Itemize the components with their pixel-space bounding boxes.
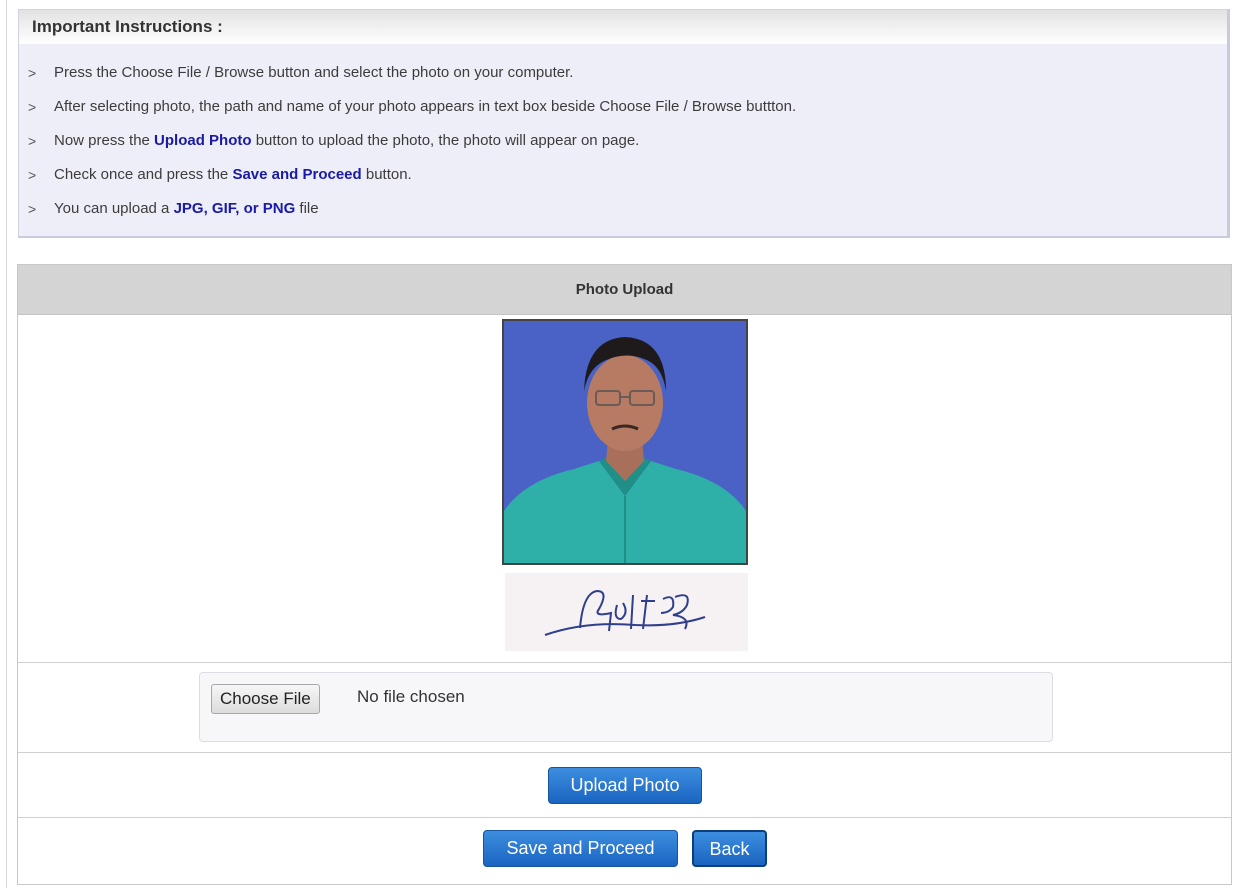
instruction-text-suffix: file — [295, 200, 319, 217]
instruction-highlight: Upload Photo — [154, 132, 252, 149]
signature-image — [505, 573, 748, 651]
instruction-item: > Now press the Upload Photo button to u… — [19, 130, 796, 164]
upload-photo-button[interactable]: Upload Photo — [548, 767, 702, 804]
chevron-right-icon: > — [28, 65, 37, 81]
save-and-proceed-button[interactable]: Save and Proceed — [483, 830, 678, 867]
actions-row: Save and Proceed Back — [18, 818, 1231, 884]
chevron-right-icon: > — [28, 133, 37, 149]
instructions-title: Important Instructions : — [19, 10, 1227, 44]
instruction-highlight: JPG, GIF, or PNG — [173, 200, 296, 217]
page-left-border — [6, 0, 7, 888]
photo-preview-row — [18, 315, 1231, 663]
instruction-item: > Press the Choose File / Browse button … — [19, 62, 796, 96]
instruction-text: After selecting photo, the path and name… — [54, 98, 797, 115]
signature-icon — [544, 589, 706, 636]
back-button[interactable]: Back — [692, 830, 767, 867]
instruction-text-suffix: button to upload the photo, the photo wi… — [251, 132, 640, 149]
instructions-box: Important Instructions : > Press the Cho… — [18, 9, 1230, 238]
instruction-text: You can upload a — [54, 200, 174, 217]
instruction-item: > Check once and press the Save and Proc… — [19, 164, 796, 198]
choose-file-button[interactable]: Choose File — [211, 684, 320, 714]
instruction-text-suffix: button. — [361, 166, 412, 183]
photo-upload-panel: Photo Upload Choose File No file chosen … — [17, 264, 1232, 885]
instruction-highlight: Save and Proceed — [232, 166, 362, 183]
instruction-text: Press the Choose File / Browse button an… — [54, 64, 574, 81]
instructions-list: > Press the Choose File / Browse button … — [19, 62, 796, 232]
chevron-right-icon: > — [28, 201, 37, 217]
file-chooser-row: Choose File No file chosen — [18, 663, 1231, 753]
instruction-text: Check once and press the — [54, 166, 233, 183]
chevron-right-icon: > — [28, 99, 37, 115]
instruction-text: Now press the — [54, 132, 155, 149]
panel-title: Photo Upload — [18, 265, 1231, 315]
upload-row: Upload Photo — [18, 753, 1231, 818]
instruction-item: > You can upload a JPG, GIF, or PNG file — [19, 198, 796, 232]
instruction-item: > After selecting photo, the path and na… — [19, 96, 796, 130]
uploaded-photo — [502, 319, 748, 565]
person-photo-icon — [504, 321, 746, 563]
file-status-text: No file chosen — [357, 687, 465, 706]
chevron-right-icon: > — [28, 167, 37, 183]
file-input[interactable]: Choose File No file chosen — [199, 672, 1053, 742]
